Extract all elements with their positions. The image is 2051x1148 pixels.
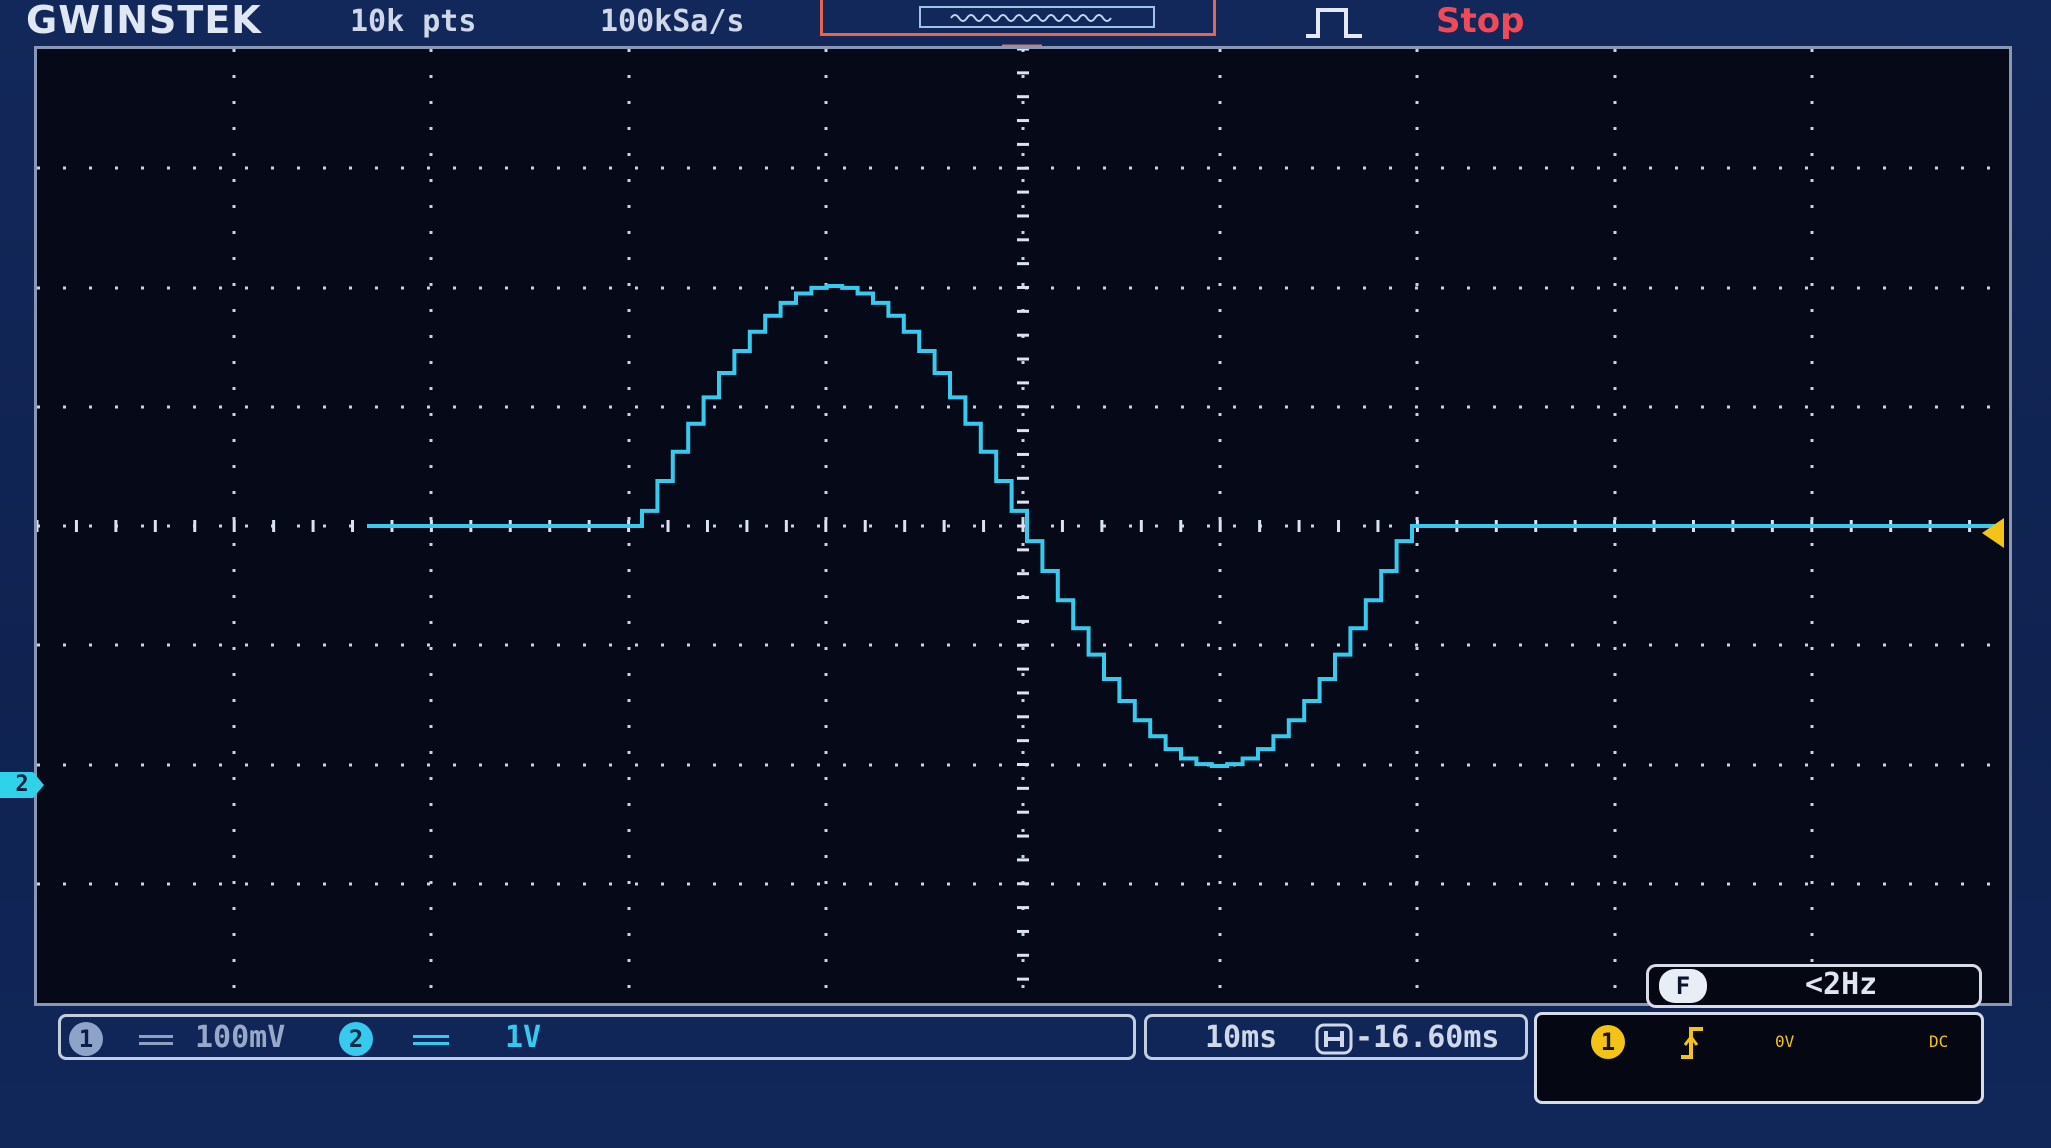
trigger-pulse-icon: [1306, 8, 1362, 38]
memory-view-window: [919, 6, 1155, 28]
frequency-badge: F: [1659, 969, 1707, 1003]
dc-coupling-icon: [413, 1042, 449, 1045]
trigger-level-marker-icon[interactable]: [1976, 516, 2006, 550]
ch2-indicator[interactable]: 2: [339, 1021, 373, 1056]
trigger-coupling: DC: [1929, 1032, 1949, 1051]
acquire-status: Stop: [1436, 1, 1525, 41]
dc-coupling-icon: [139, 1042, 173, 1045]
trigger-source-badge: 1: [1591, 1025, 1625, 1059]
trigger-status-panel[interactable]: 1 0V DC: [1534, 1012, 1984, 1104]
trigger-level: 0V: [1775, 1032, 1795, 1051]
timebase-bar[interactable]: 10ms -16.60ms: [1144, 1014, 1528, 1060]
ch1-badge: 1: [69, 1022, 103, 1056]
sample-rate: 100kSa/s: [600, 4, 745, 39]
brand-logo: GWINSTEK: [26, 0, 262, 42]
channel-status-bar[interactable]: 1 100mV 2 1V: [58, 1014, 1136, 1060]
ch2-scale: 1V: [505, 1020, 542, 1055]
frequency-counter: F <2Hz: [1646, 964, 1982, 1008]
frequency-value: <2Hz: [1805, 967, 1878, 1002]
waveform-display: [34, 46, 2012, 1006]
memory-wave-icon: [950, 14, 1112, 22]
memory-length: 10k pts: [350, 4, 477, 39]
dc-coupling-icon: [413, 1035, 449, 1038]
trigger-source: 1: [1591, 1025, 1625, 1062]
time-scale: 10ms: [1205, 1020, 1278, 1055]
dc-coupling-icon: [139, 1035, 173, 1038]
memory-bar: [820, 0, 1216, 36]
ch1-indicator[interactable]: 1: [69, 1021, 103, 1056]
oscilloscope-screen: GWINSTEK 10k pts 100kSa/s Stop 2 F <2Hz …: [0, 0, 2051, 1148]
ch2-badge: 2: [339, 1022, 373, 1056]
ch2-waveform-trace: [367, 284, 2003, 768]
horizontal-position-icon: [1315, 1023, 1353, 1063]
graticule-grid: [37, 49, 2009, 1003]
ch1-scale: 100mV: [195, 1020, 286, 1055]
time-position: -16.60ms: [1355, 1020, 1500, 1055]
rising-edge-icon: [1681, 1027, 1703, 1059]
